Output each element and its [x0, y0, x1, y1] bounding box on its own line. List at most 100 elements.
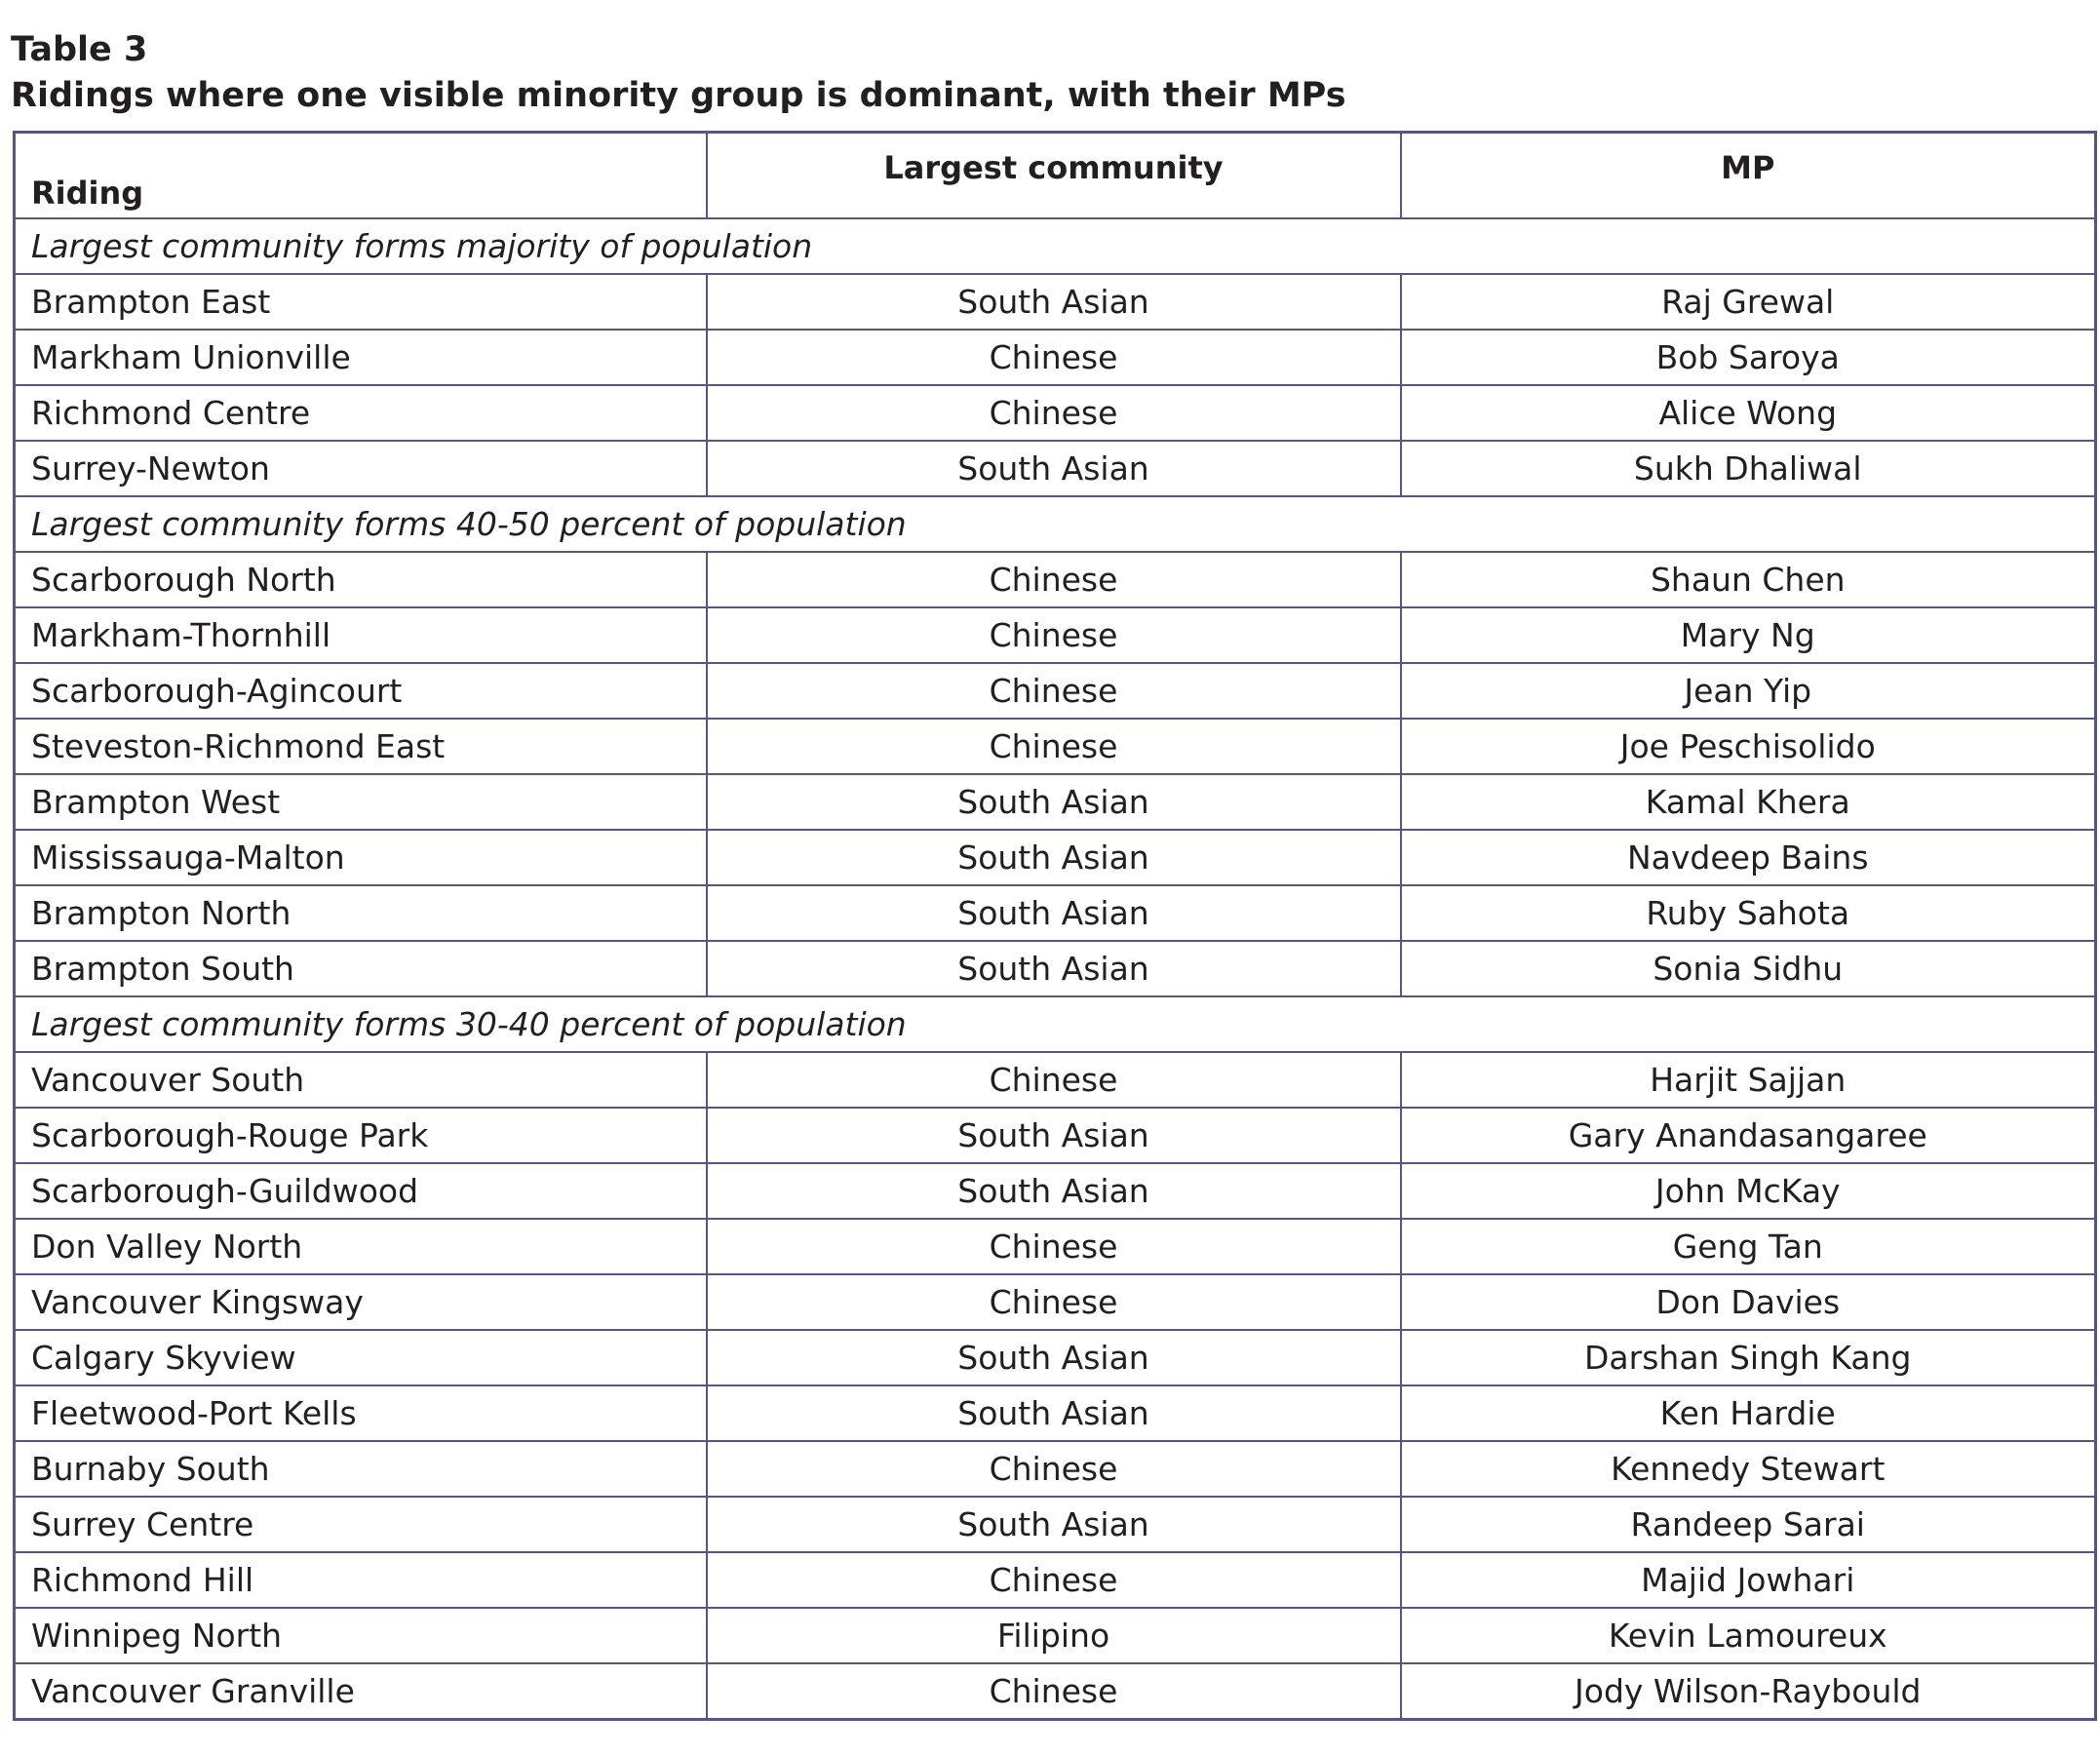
- riding-cell: Markham-Thornhill: [13, 606, 708, 664]
- table-row: Markham-Thornhill Chinese Mary Ng: [13, 606, 2097, 664]
- community-cell: Chinese: [705, 718, 1402, 775]
- table-body: Largest community forms majority of popu…: [13, 217, 2097, 1721]
- riding-cell: Scarborough-Agincourt: [13, 662, 708, 720]
- riding-cell: Vancouver Granville: [13, 1662, 708, 1721]
- riding-cell: Fleetwood-Port Kells: [13, 1384, 708, 1442]
- table-title: Ridings where one visible minority group…: [11, 76, 1346, 115]
- mp-cell: Mary Ng: [1399, 606, 2097, 664]
- riding-cell: Richmond Centre: [13, 384, 708, 442]
- community-cell: South Asian: [705, 273, 1402, 331]
- riding-cell: Burnaby South: [13, 1440, 708, 1498]
- table-row: Scarborough-Rouge Park South Asian Gary An…: [13, 1107, 2097, 1164]
- table-row: Fleetwood-Port Kells South Asian Ken Hardi…: [13, 1384, 2097, 1442]
- community-cell: Chinese: [705, 1440, 1402, 1498]
- community-cell: South Asian: [705, 829, 1402, 886]
- riding-cell: Scarborough-Rouge Park: [13, 1107, 708, 1164]
- riding-cell: Surrey Centre: [13, 1496, 708, 1553]
- riding-cell: Steveston-Richmond East: [13, 718, 708, 775]
- community-cell: South Asian: [705, 1162, 1402, 1220]
- column-header-riding: Riding: [13, 131, 708, 219]
- section-heading: Largest community forms 30-40 percent of…: [13, 995, 2097, 1053]
- table-row: Scarborough-Guildwood South Asian John McK…: [13, 1162, 2097, 1220]
- community-cell: Chinese: [705, 1218, 1402, 1275]
- mp-cell: Ken Hardie: [1399, 1384, 2097, 1442]
- riding-cell: Brampton South: [13, 940, 708, 997]
- mp-cell: Kennedy Stewart: [1399, 1440, 2097, 1498]
- column-header-community: Largest community: [705, 131, 1402, 219]
- riding-cell: Brampton North: [13, 884, 708, 942]
- mp-cell: Sonia Sidhu: [1399, 940, 2097, 997]
- community-cell: Chinese: [705, 551, 1402, 608]
- table-row: Vancouver Granville Chinese Jody Wilson-Ra…: [13, 1662, 2097, 1721]
- table-row: Richmond Hill Chinese Majid Jowhari: [13, 1551, 2097, 1609]
- riding-cell: Surrey-Newton: [13, 440, 708, 497]
- table-row: Brampton South South Asian Sonia Sidhu: [13, 940, 2097, 997]
- table-row: Scarborough North Chinese Shaun Chen: [13, 551, 2097, 608]
- mp-cell: Harjit Sajjan: [1399, 1051, 2097, 1109]
- table-row: Don Valley North Chinese Geng Tan: [13, 1218, 2097, 1275]
- section-heading: Largest community forms majority of popu…: [13, 217, 2097, 275]
- community-cell: South Asian: [705, 1107, 1402, 1164]
- mp-cell: Gary Anandasangaree: [1399, 1107, 2097, 1164]
- community-cell: Chinese: [705, 1662, 1402, 1721]
- table-row: Brampton North South Asian Ruby Sahota: [13, 884, 2097, 942]
- community-cell: Chinese: [705, 606, 1402, 664]
- column-header-mp: MP: [1399, 131, 2097, 219]
- mp-cell: Randeep Sarai: [1399, 1496, 2097, 1553]
- section-row: Largest community forms 30-40 percent of…: [13, 995, 2097, 1053]
- community-cell: Chinese: [705, 329, 1402, 386]
- table-caption: Table 3 Ridings where one visible minori…: [11, 27, 1346, 119]
- community-cell: Filipino: [705, 1607, 1402, 1664]
- mp-cell: Darshan Singh Kang: [1399, 1329, 2097, 1386]
- community-cell: South Asian: [705, 1384, 1402, 1442]
- table-row: Scarborough-Agincourt Chinese Jean Yip: [13, 662, 2097, 720]
- section-row: Largest community forms 40-50 percent of…: [13, 495, 2097, 553]
- riding-cell: Mississauga-Malton: [13, 829, 708, 886]
- section-row: Largest community forms majority of popu…: [13, 217, 2097, 275]
- riding-cell: Winnipeg North: [13, 1607, 708, 1664]
- riding-cell: Calgary Skyview: [13, 1329, 708, 1386]
- mp-cell: Navdeep Bains: [1399, 829, 2097, 886]
- mp-cell: Kamal Khera: [1399, 773, 2097, 831]
- community-cell: South Asian: [705, 773, 1402, 831]
- community-cell: South Asian: [705, 440, 1402, 497]
- community-cell: Chinese: [705, 662, 1402, 720]
- header-row: Riding Largest community MP: [13, 131, 2097, 219]
- table-row: Burnaby South Chinese Kennedy Stewart: [13, 1440, 2097, 1498]
- community-cell: Chinese: [705, 1051, 1402, 1109]
- riding-cell: Don Valley North: [13, 1218, 708, 1275]
- riding-cell: Brampton East: [13, 273, 708, 331]
- section-heading: Largest community forms 40-50 percent of…: [13, 495, 2097, 553]
- riding-cell: Scarborough-Guildwood: [13, 1162, 708, 1220]
- table-row: Markham Unionville Chinese Bob Saroya: [13, 329, 2097, 386]
- mp-cell: Raj Grewal: [1399, 273, 2097, 331]
- mp-cell: Alice Wong: [1399, 384, 2097, 442]
- table-row: Richmond Centre Chinese Alice Wong: [13, 384, 2097, 442]
- mp-cell: Ruby Sahota: [1399, 884, 2097, 942]
- riding-cell: Vancouver South: [13, 1051, 708, 1109]
- mp-cell: Don Davies: [1399, 1273, 2097, 1331]
- table-label: Table 3: [11, 30, 148, 69]
- table-row: Surrey Centre South Asian Randeep Sarai: [13, 1496, 2097, 1553]
- mp-cell: Shaun Chen: [1399, 551, 2097, 608]
- mp-cell: John McKay: [1399, 1162, 2097, 1220]
- table-row: Brampton West South Asian Kamal Khera: [13, 773, 2097, 831]
- community-cell: South Asian: [705, 940, 1402, 997]
- ridings-table: Riding Largest community MP Largest comm…: [13, 131, 2097, 1721]
- mp-cell: Kevin Lamoureux: [1399, 1607, 2097, 1664]
- mp-cell: Geng Tan: [1399, 1218, 2097, 1275]
- mp-cell: Jody Wilson-Raybould: [1399, 1662, 2097, 1721]
- community-cell: South Asian: [705, 1329, 1402, 1386]
- table-row: Vancouver Kingsway Chinese Don Davies: [13, 1273, 2097, 1331]
- table-row: Surrey-Newton South Asian Sukh Dhaliwal: [13, 440, 2097, 497]
- riding-cell: Vancouver Kingsway: [13, 1273, 708, 1331]
- riding-cell: Brampton West: [13, 773, 708, 831]
- community-cell: South Asian: [705, 884, 1402, 942]
- mp-cell: Bob Saroya: [1399, 329, 2097, 386]
- table-row: Brampton East South Asian Raj Grewal: [13, 273, 2097, 331]
- community-cell: Chinese: [705, 384, 1402, 442]
- table-row: Steveston-Richmond East Chinese Joe Peschi…: [13, 718, 2097, 775]
- table-row: Vancouver South Chinese Harjit Sajjan: [13, 1051, 2097, 1109]
- community-cell: Chinese: [705, 1273, 1402, 1331]
- mp-cell: Joe Peschisolido: [1399, 718, 2097, 775]
